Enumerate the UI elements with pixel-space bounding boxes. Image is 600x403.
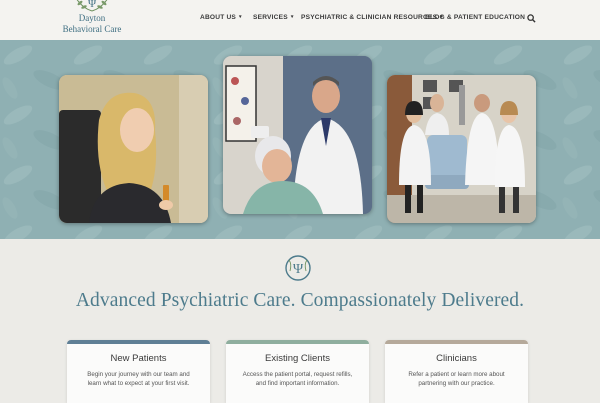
svg-text:Ψ: Ψ <box>88 0 97 10</box>
card-title: Clinicians <box>436 353 477 364</box>
page-headline: Advanced Psychiatric Care. Compassionate… <box>75 290 525 311</box>
photo-patient-woman <box>59 75 208 223</box>
photo-clinical-staff-group <box>387 75 536 223</box>
nav-label: SERVICES <box>253 14 288 21</box>
card-text: Refer a patient or learn more about part… <box>408 371 505 387</box>
nav-item-blog-patient-education[interactable]: BLOG & PATIENT EDUCATION <box>425 14 525 21</box>
svg-text:Ψ: Ψ <box>293 262 304 277</box>
photo-doctor-treating-patient <box>223 56 372 214</box>
chevron-down-icon: ▾ <box>239 14 242 20</box>
card-text: Begin your journey with our team and lea… <box>87 371 190 387</box>
card-existing-clients[interactable]: Existing Clients Access the patient port… <box>226 340 369 403</box>
card-text: Access the patient portal, request refil… <box>242 371 353 387</box>
nav-label: BLOG & PATIENT EDUCATION <box>425 14 526 21</box>
hero-banner <box>0 40 600 239</box>
site-header: Ψ Dayton Behavioral Care ABOUT US ▾ SERVI… <box>0 0 600 40</box>
card-accent-bar <box>385 340 528 344</box>
nav-item-about-us[interactable]: ABOUT US ▾ <box>200 14 242 21</box>
logo-leaf-icon: Ψ <box>76 0 108 12</box>
card-clinicians[interactable]: Clinicians Refer a patient or learn more… <box>385 340 528 403</box>
nav-label: ABOUT US <box>200 14 237 21</box>
nav-item-services[interactable]: SERVICES ▾ <box>253 14 294 21</box>
psi-emblem-icon: Ψ <box>285 255 311 281</box>
card-title: New Patients <box>110 353 167 364</box>
card-accent-bar <box>67 340 210 344</box>
nav-label: PSYCHIATRIC & CLINICIAN RESOURCES <box>301 14 438 21</box>
logo-name-line1: Dayton <box>78 13 106 23</box>
card-title: Existing Clients <box>265 353 330 364</box>
card-new-patients[interactable]: New Patients Begin your journey with our… <box>67 340 210 403</box>
card-accent-bar <box>226 340 369 344</box>
search-icon[interactable] <box>527 14 536 23</box>
chevron-down-icon: ▾ <box>290 14 294 20</box>
nav-item-psychiatric-clinician-resources[interactable]: PSYCHIATRIC & CLINICIAN RESOURCES ▾ <box>301 14 443 21</box>
logo-name-line2: Behavioral Care <box>62 24 122 34</box>
site-logo[interactable]: Ψ Dayton Behavioral Care <box>52 0 132 38</box>
